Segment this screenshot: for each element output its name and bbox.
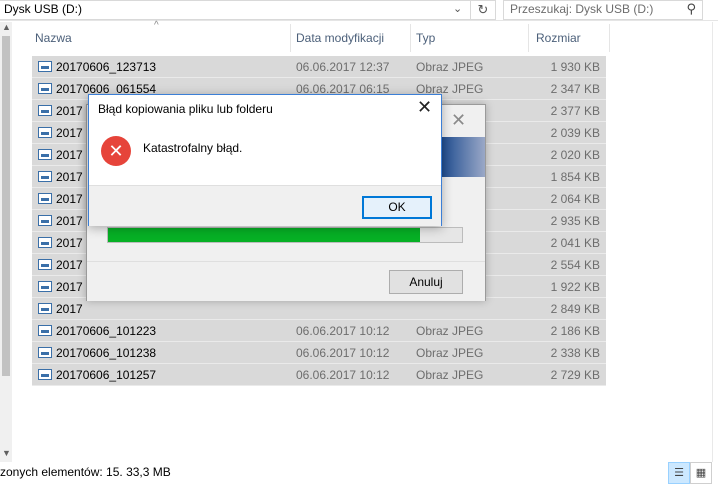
image-file-icon (38, 303, 52, 314)
file-name: 2017 (56, 126, 83, 140)
column-divider[interactable] (528, 24, 529, 52)
file-name: 2017 (56, 148, 83, 162)
file-name: 2017 (56, 302, 83, 316)
file-size: 1 854 KB (550, 170, 600, 184)
image-file-icon (38, 171, 52, 182)
chevron-down-icon[interactable]: ⌄ (453, 2, 462, 15)
image-file-icon (38, 215, 52, 226)
details-view-button[interactable]: ☰ (668, 462, 690, 484)
details-view-icon: ☰ (674, 467, 684, 479)
vertical-scrollbar[interactable]: ▲ ▼ (0, 22, 12, 462)
address-bar[interactable]: Dysk USB (D:) ⌄ (0, 0, 471, 20)
file-date: 06.06.2017 10:12 (296, 346, 390, 360)
table-row[interactable]: 20170606_123713 06.06.2017 12:37 Obraz JPE… (32, 56, 606, 78)
file-type: Obraz JPEG (416, 324, 484, 338)
search-input[interactable]: Przeszukaj: Dysk USB (D:) (510, 2, 653, 16)
address-path[interactable]: Dysk USB (D:) (4, 2, 82, 16)
image-file-icon (38, 369, 52, 380)
column-date-header[interactable]: Data modyfikacji (296, 31, 384, 45)
error-icon: ✕ (101, 136, 131, 166)
close-icon[interactable]: ✕ (417, 97, 432, 118)
file-size: 2 377 KB (550, 104, 600, 118)
scroll-up-icon[interactable]: ▲ (2, 22, 11, 32)
file-size: 1 922 KB (550, 280, 600, 294)
error-dialog: Błąd kopiowania pliku lub folderu ✕ ✕ Ka… (88, 94, 442, 226)
image-file-icon (38, 259, 52, 270)
file-name: 2017 (56, 258, 83, 272)
column-divider[interactable] (410, 24, 411, 52)
file-name: 2017 (56, 236, 83, 250)
file-size: 2 186 KB (550, 324, 600, 338)
file-date: 06.06.2017 12:37 (296, 60, 390, 74)
file-size: 2 020 KB (550, 148, 600, 162)
search-box[interactable]: Przeszukaj: Dysk USB (D:) ⚲ (503, 0, 703, 20)
file-size: 2 849 KB (550, 302, 600, 316)
file-size: 2 347 KB (550, 82, 600, 96)
address-bar-row: Dysk USB (D:) ⌄ ↻ Przeszukaj: Dysk USB (… (0, 0, 718, 21)
dialog-title: Błąd kopiowania pliku lub folderu (98, 102, 273, 116)
cancel-button[interactable]: Anuluj (389, 270, 463, 294)
image-file-icon (38, 237, 52, 248)
status-text: zonych elementów: 15. 33,3 MB (0, 465, 171, 479)
file-name: 2017 (56, 170, 83, 184)
file-size: 2 729 KB (550, 368, 600, 382)
file-size: 1 930 KB (550, 60, 600, 74)
file-type: Obraz JPEG (416, 60, 484, 74)
image-file-icon (38, 193, 52, 204)
error-message: Katastrofalny błąd. (143, 141, 243, 155)
refresh-button[interactable]: ↻ (470, 0, 496, 20)
column-divider[interactable] (290, 24, 291, 52)
refresh-icon: ↻ (477, 2, 489, 17)
column-size-header[interactable]: Rozmiar (536, 31, 581, 45)
file-type: Obraz JPEG (416, 368, 484, 382)
image-file-icon (38, 127, 52, 138)
file-name: 20170606_101238 (56, 346, 157, 360)
ok-button[interactable]: OK (362, 196, 432, 219)
table-row[interactable]: 20170606_101238 06.06.2017 10:12 Obraz JPE… (32, 342, 606, 364)
file-size: 2 338 KB (550, 346, 600, 360)
progress-bar-fill (108, 228, 420, 242)
file-size: 2 039 KB (550, 126, 600, 140)
right-scrollbar[interactable] (712, 22, 718, 462)
file-size: 2 064 KB (550, 192, 600, 206)
file-name: 2017 (56, 192, 83, 206)
progress-banner (441, 137, 485, 177)
column-header: ^ Nazwa Data modyfikacji Typ Rozmiar (28, 20, 610, 52)
file-name: 2017 (56, 214, 83, 228)
file-date: 06.06.2017 10:12 (296, 368, 390, 382)
large-icons-view-button[interactable]: ▦ (690, 462, 712, 484)
column-type-header[interactable]: Typ (416, 31, 435, 45)
file-size: 2 041 KB (550, 236, 600, 250)
progress-bar (107, 227, 463, 243)
dialog-footer: OK (89, 185, 441, 226)
file-type: Obraz JPEG (416, 346, 484, 360)
image-file-icon (38, 61, 52, 72)
image-file-icon (38, 325, 52, 336)
sort-ascending-icon: ^ (154, 20, 159, 31)
image-file-icon (38, 149, 52, 160)
column-name-header[interactable]: Nazwa (35, 31, 72, 45)
table-row[interactable]: 20170606_101223 06.06.2017 10:12 Obraz JPE… (32, 320, 606, 342)
file-size: 2 935 KB (550, 214, 600, 228)
scrollbar-thumb[interactable] (2, 36, 10, 376)
scroll-down-icon[interactable]: ▼ (2, 448, 11, 458)
file-date: 06.06.2017 10:12 (296, 324, 390, 338)
search-icon[interactable]: ⚲ (686, 1, 696, 17)
file-size: 2 554 KB (550, 258, 600, 272)
file-name: 2017 (56, 280, 83, 294)
large-icons-view-icon: ▦ (695, 467, 707, 479)
file-name: 2017 (56, 104, 83, 118)
table-row[interactable]: 20170606_101257 06.06.2017 10:12 Obraz JPE… (32, 364, 606, 386)
column-divider[interactable] (609, 24, 610, 52)
file-name: 20170606_101257 (56, 368, 157, 382)
image-file-icon (38, 347, 52, 358)
image-file-icon (38, 105, 52, 116)
image-file-icon (38, 83, 52, 94)
file-name: 20170606_101223 (56, 324, 157, 338)
image-file-icon (38, 281, 52, 292)
table-row[interactable]: 2017 2 849 KB (32, 298, 606, 320)
close-icon[interactable]: ✕ (451, 110, 466, 131)
progress-footer: Anuluj (87, 261, 485, 301)
file-name: 20170606_123713 (56, 60, 157, 74)
